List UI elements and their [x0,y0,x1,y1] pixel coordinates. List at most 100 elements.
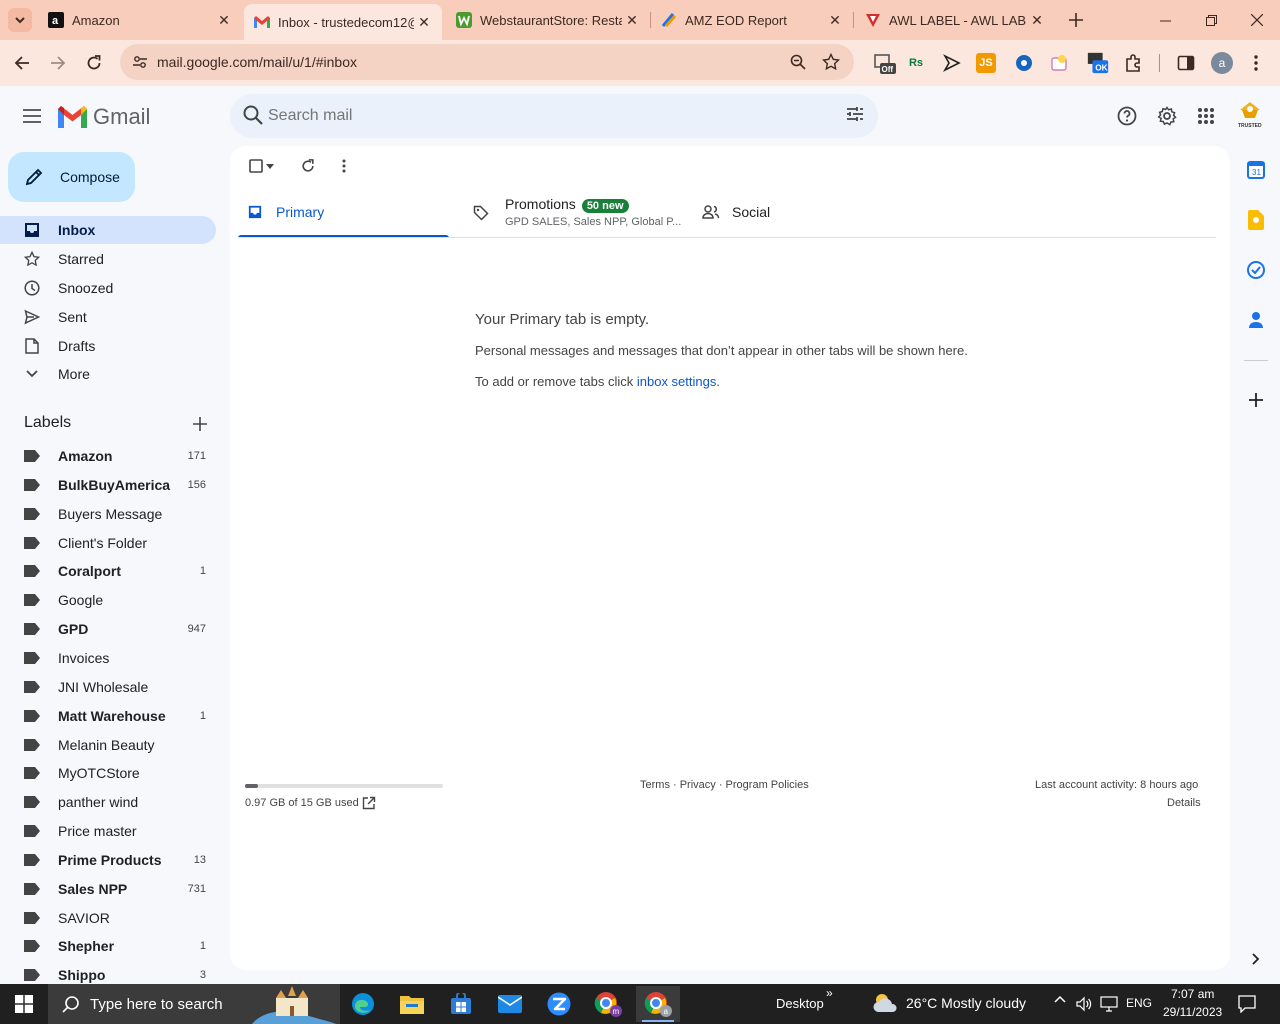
label-item[interactable]: GPD 947 [0,615,216,643]
zoom-app-icon[interactable] [539,988,579,1020]
settings-gear-icon[interactable] [1155,104,1179,128]
label-item[interactable]: SAVIOR [0,904,216,932]
browser-tab-gmail[interactable]: Inbox - trustedecom12@ ✕ [244,4,442,40]
label-item[interactable]: Matt Warehouse 1 [0,702,216,730]
nav-item-sent[interactable]: Sent [0,303,216,331]
open-storage-icon[interactable] [362,796,376,810]
account-logo[interactable]: TRUSTED [1236,100,1264,130]
clock-time[interactable]: 7:07 am [1171,987,1214,1001]
extensions-puzzle-icon[interactable] [1122,51,1146,75]
file-explorer-icon[interactable] [392,988,432,1020]
search-bar[interactable] [230,94,878,138]
tab-search-button[interactable] [8,8,32,32]
expand-panel-chevron-icon[interactable] [1245,948,1267,970]
label-item[interactable]: Coralport 1 [0,557,216,585]
new-tab-button[interactable] [1064,8,1088,32]
nav-item-drafts[interactable]: Drafts [0,332,216,360]
label-item[interactable]: Melanin Beauty [0,731,216,759]
browser-tab-awl-label[interactable]: AWL LABEL - AWL LABEL ✕ [855,0,1055,40]
tab-primary[interactable]: Primary [238,186,449,238]
contacts-icon[interactable] [1245,309,1267,331]
show-hidden-icons-icon[interactable] [1054,994,1066,1004]
tasks-icon[interactable] [1245,259,1267,281]
label-item[interactable]: BulkBuyAmerica 156 [0,471,216,499]
notifications-icon[interactable] [1238,995,1256,1013]
nav-item-more[interactable]: More [0,360,216,388]
compose-button[interactable]: Compose [8,152,135,202]
search-input[interactable] [268,104,828,128]
extension-arrow-icon[interactable] [940,51,964,75]
nav-item-starred[interactable]: Starred [0,245,216,273]
desktop-toolbar-label[interactable]: Desktop [776,996,824,1011]
extension-off-icon[interactable]: Off [872,51,896,75]
reload-button[interactable] [80,49,108,77]
browser-menu-icon[interactable] [1244,51,1268,75]
details-link[interactable]: Details [1167,797,1201,809]
label-item[interactable]: Invoices [0,644,216,672]
search-options-icon[interactable] [846,105,864,123]
chrome-active-icon[interactable]: a [636,986,680,1022]
extension-puzzle-color-icon[interactable] [1048,51,1072,75]
address-bar[interactable]: mail.google.com/mail/u/1/#inbox [120,44,854,80]
footer-links[interactable]: Terms · Privacy · Program Policies [640,779,809,791]
label-item[interactable]: Google [0,586,216,614]
extension-js-icon[interactable]: JS [976,53,996,73]
refresh-icon[interactable] [298,156,318,176]
get-addons-plus-icon[interactable] [1245,389,1267,411]
label-item[interactable]: JNI Wholesale [0,673,216,701]
browser-tab-amazon[interactable]: a Amazon ✕ [38,0,242,40]
label-item[interactable]: Price master [0,817,216,845]
browser-tab-amz-eod[interactable]: AMZ EOD Report ✕ [651,0,853,40]
nav-item-inbox[interactable]: Inbox [0,216,216,244]
more-vert-icon[interactable] [334,156,354,176]
weather-cloud-icon[interactable] [872,992,900,1014]
mail-icon[interactable] [490,988,530,1020]
tab-promotions[interactable]: Promotions 50 new GPD SALES, Sales NPP, G… [465,186,681,238]
restore-button[interactable] [1188,0,1234,40]
tab-social[interactable]: Social [694,186,909,238]
weather-text[interactable]: 26°C Mostly cloudy [906,995,1026,1011]
desktop-chevron-icon[interactable]: » [826,986,833,1000]
main-menu-icon[interactable] [20,104,44,128]
calendar-icon[interactable]: 31 [1245,159,1267,181]
windows-start-icon[interactable] [4,988,44,1020]
profile-avatar[interactable]: a [1210,51,1234,75]
volume-icon[interactable] [1076,996,1092,1012]
select-dropdown-icon[interactable] [264,156,276,176]
close-icon[interactable]: ✕ [622,10,642,30]
label-item[interactable]: Prime Products 13 [0,846,216,874]
close-icon[interactable]: ✕ [414,12,434,32]
extension-rs-icon[interactable]: Rs [904,51,928,75]
taskbar-search-box[interactable]: Type here to search [48,984,340,1024]
apps-grid-icon[interactable] [1194,104,1218,128]
extension-blue-icon[interactable] [1012,51,1036,75]
close-icon[interactable]: ✕ [825,10,845,30]
back-button[interactable] [8,49,36,77]
close-window-button[interactable] [1234,0,1280,40]
clock-date[interactable]: 29/11/2023 [1163,1005,1222,1019]
inbox-settings-link[interactable]: inbox settings [637,374,717,389]
minimize-button[interactable] [1142,0,1188,40]
edge-icon[interactable] [343,988,383,1020]
forward-button[interactable] [44,49,72,77]
label-item[interactable]: panther wind [0,788,216,816]
label-item[interactable]: Amazon 171 [0,442,216,470]
microsoft-store-icon[interactable] [441,988,481,1020]
label-item[interactable]: MyOTCStore [0,759,216,787]
side-panel-icon[interactable] [1174,51,1198,75]
gmail-logo[interactable]: Gmail [58,104,150,130]
network-icon[interactable] [1100,996,1118,1012]
close-icon[interactable]: ✕ [1027,10,1047,30]
create-label-button[interactable] [190,414,210,434]
language-indicator[interactable]: ENG [1126,996,1152,1010]
search-icon[interactable] [242,104,264,126]
extension-ok-icon[interactable]: OK [1086,51,1110,75]
bookmark-star-icon[interactable] [822,53,840,71]
chrome-profile-m-icon[interactable]: m [588,988,628,1020]
nav-item-snoozed[interactable]: Snoozed [0,274,216,302]
label-item[interactable]: Sales NPP 731 [0,875,216,903]
zoom-icon[interactable] [790,54,806,70]
label-item[interactable]: Buyers Message [0,500,216,528]
help-icon[interactable] [1115,104,1139,128]
select-checkbox[interactable] [246,156,266,176]
